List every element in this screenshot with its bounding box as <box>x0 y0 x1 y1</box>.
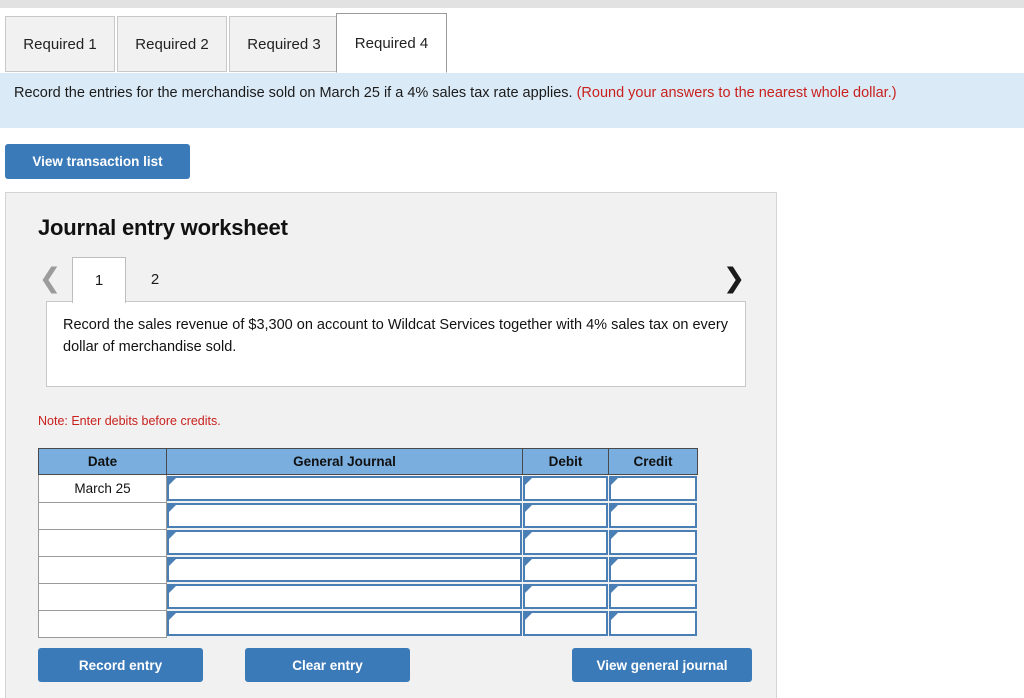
date-cell[interactable] <box>38 528 167 557</box>
general-journal-cell[interactable] <box>166 502 523 529</box>
table-row <box>38 501 698 530</box>
pager-page-2[interactable]: 2 <box>128 257 182 301</box>
debit-cell[interactable] <box>522 556 609 583</box>
tab-required-1[interactable]: Required 1 <box>5 16 115 72</box>
table-row <box>38 528 698 557</box>
tab-required-4[interactable]: Required 4 <box>336 13 447 73</box>
journal-entry-table: Date General Journal Debit Credit March … <box>38 448 698 638</box>
debit-cell[interactable] <box>522 583 609 610</box>
general-journal-cell[interactable] <box>166 529 523 556</box>
column-header-date: Date <box>38 448 167 475</box>
credit-input[interactable] <box>608 611 697 636</box>
table-header-row: Date General Journal Debit Credit <box>38 448 698 475</box>
view-general-journal-button[interactable]: View general journal <box>572 648 752 682</box>
tab-required-2[interactable]: Required 2 <box>117 16 227 72</box>
debits-before-credits-note: Note: Enter debits before credits. <box>38 414 221 428</box>
transaction-description-text: Record the sales revenue of $3,300 on ac… <box>63 317 728 356</box>
date-cell[interactable] <box>38 582 167 611</box>
debit-cell[interactable] <box>522 502 609 529</box>
date-cell[interactable] <box>38 609 167 638</box>
debit-input[interactable] <box>522 557 608 582</box>
rounding-note: (Round your answers to the nearest whole… <box>576 85 897 101</box>
debit-cell[interactable] <box>522 610 609 637</box>
general-journal-cell[interactable] <box>166 610 523 637</box>
debit-cell[interactable] <box>522 474 609 502</box>
journal-entry-worksheet-panel: Journal entry worksheet ❮ 1 2 ❯ Record t… <box>5 192 777 698</box>
chevron-right-icon[interactable]: ❯ <box>720 261 748 295</box>
top-gray-strip <box>0 0 1024 8</box>
general-journal-input[interactable] <box>167 476 522 501</box>
tab-label: Required 2 <box>135 35 209 53</box>
tab-label: Required 3 <box>247 35 321 53</box>
worksheet-title: Journal entry worksheet <box>38 215 288 240</box>
credit-cell[interactable] <box>608 474 698 502</box>
general-journal-cell[interactable] <box>166 474 523 502</box>
pager-page-label: 2 <box>150 270 160 288</box>
tab-label: Required 1 <box>23 35 97 53</box>
pager-page-label: 1 <box>94 272 104 289</box>
table-row <box>38 555 698 584</box>
credit-cell[interactable] <box>608 556 698 583</box>
general-journal-input[interactable] <box>167 530 522 555</box>
general-journal-cell[interactable] <box>166 556 523 583</box>
debit-input[interactable] <box>522 503 608 528</box>
debit-input[interactable] <box>522 584 608 609</box>
credit-input[interactable] <box>608 476 697 501</box>
date-cell[interactable] <box>38 501 167 530</box>
date-cell[interactable] <box>38 555 167 584</box>
general-journal-cell[interactable] <box>166 583 523 610</box>
credit-input[interactable] <box>608 503 697 528</box>
credit-input[interactable] <box>608 584 697 609</box>
table-row <box>38 609 698 638</box>
record-entry-button[interactable]: Record entry <box>38 648 203 682</box>
worksheet-pager: ❮ 1 2 ❯ <box>36 257 748 303</box>
debit-input[interactable] <box>522 530 608 555</box>
column-header-credit: Credit <box>608 448 698 475</box>
credit-input[interactable] <box>608 530 697 555</box>
instruction-banner: Record the entries for the merchandise s… <box>0 73 1024 128</box>
view-transaction-list-button[interactable]: View transaction list <box>5 144 190 179</box>
credit-cell[interactable] <box>608 529 698 556</box>
credit-cell[interactable] <box>608 502 698 529</box>
pager-page-1[interactable]: 1 <box>72 257 126 303</box>
general-journal-input[interactable] <box>167 584 522 609</box>
debit-input[interactable] <box>522 476 608 501</box>
general-journal-input[interactable] <box>167 557 522 582</box>
debit-input[interactable] <box>522 611 608 636</box>
credit-cell[interactable] <box>608 610 698 637</box>
table-row: March 25 <box>38 474 698 503</box>
credit-cell[interactable] <box>608 583 698 610</box>
general-journal-input[interactable] <box>167 611 522 636</box>
tab-label: Required 4 <box>354 34 429 52</box>
required-tab-bar: Required 1 Required 2 Required 3 Require… <box>0 8 1024 73</box>
credit-input[interactable] <box>608 557 697 582</box>
debit-cell[interactable] <box>522 529 609 556</box>
general-journal-input[interactable] <box>167 503 522 528</box>
clear-entry-button[interactable]: Clear entry <box>245 648 410 682</box>
instruction-text: Record the entries for the merchandise s… <box>14 85 577 101</box>
column-header-general-journal: General Journal <box>166 448 523 475</box>
date-cell[interactable]: March 25 <box>38 474 167 503</box>
chevron-left-icon[interactable]: ❮ <box>36 261 64 295</box>
transaction-description-box: Record the sales revenue of $3,300 on ac… <box>46 301 746 387</box>
tab-required-3[interactable]: Required 3 <box>229 16 339 72</box>
column-header-debit: Debit <box>522 448 609 475</box>
table-row <box>38 582 698 611</box>
